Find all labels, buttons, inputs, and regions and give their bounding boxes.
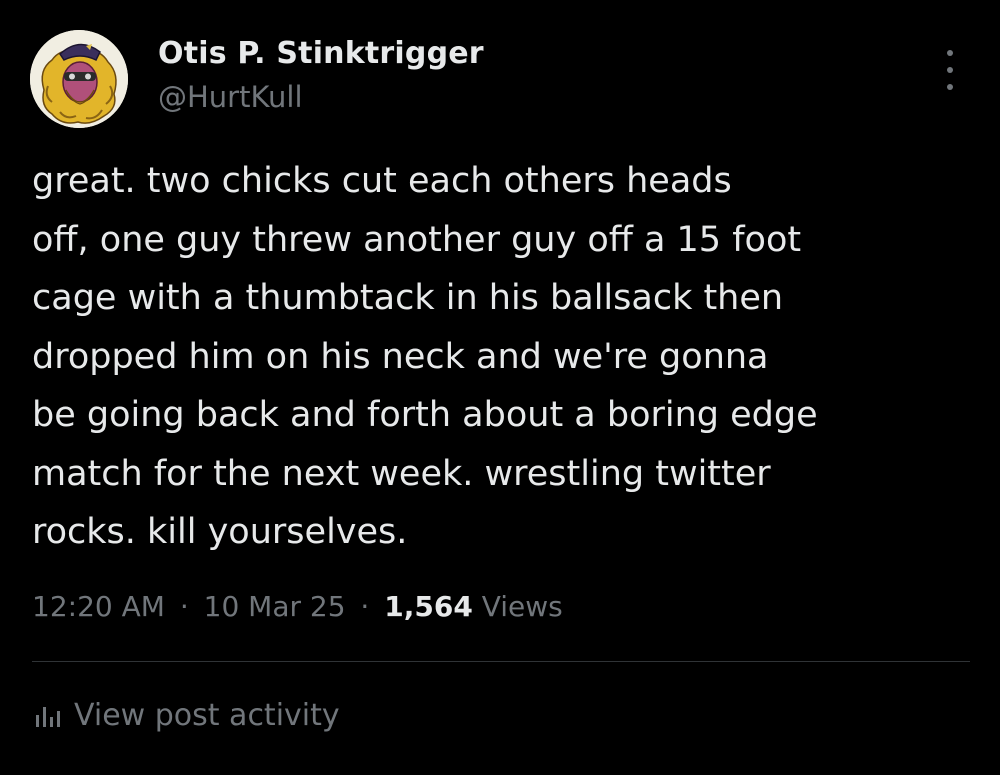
post-detail: Otis P. Stinktrigger @HurtKull great. tw… [0, 0, 1000, 775]
more-options-button[interactable] [936, 50, 964, 90]
more-dots-icon [947, 84, 953, 90]
author-handle[interactable]: @HurtKull [158, 80, 303, 114]
post-text: great. two chicks cut each others heads … [32, 152, 972, 562]
views-count: 1,564 [384, 590, 473, 623]
post-time[interactable]: 12:20 AM [32, 590, 165, 623]
post-text-line: cage with a thumbtack in his ballsack th… [32, 278, 784, 318]
divider [32, 661, 970, 662]
more-dots-icon [947, 50, 953, 56]
meta-separator: · [179, 590, 189, 623]
cartoon-avatar-icon [30, 30, 128, 128]
more-dots-icon [947, 67, 953, 73]
meta-separator: · [360, 590, 370, 623]
post-text-line: great. two chicks cut each others heads [32, 161, 732, 201]
post-text-line: be going back and forth about a boring e… [32, 395, 818, 435]
post-text-line: dropped him on his neck and we're gonna [32, 336, 769, 377]
view-post-activity-label: View post activity [74, 698, 340, 733]
author-display-name[interactable]: Otis P. Stinktrigger [158, 36, 484, 71]
bar-chart-icon [36, 706, 60, 727]
post-text-line: off, one guy threw another guy off a 15 … [32, 219, 802, 260]
post-text-line: rocks. kill yourselves. [32, 512, 408, 552]
post-date[interactable]: 10 Mar 25 [204, 590, 346, 623]
view-post-activity-button[interactable]: View post activity [32, 698, 340, 733]
views-label: Views [481, 590, 563, 623]
author-avatar[interactable] [30, 30, 128, 128]
post-text-line: match for the next week. wrestling twitt… [32, 453, 771, 494]
post-meta: 12:20 AM · 10 Mar 25 · 1,564 Views [32, 590, 563, 623]
